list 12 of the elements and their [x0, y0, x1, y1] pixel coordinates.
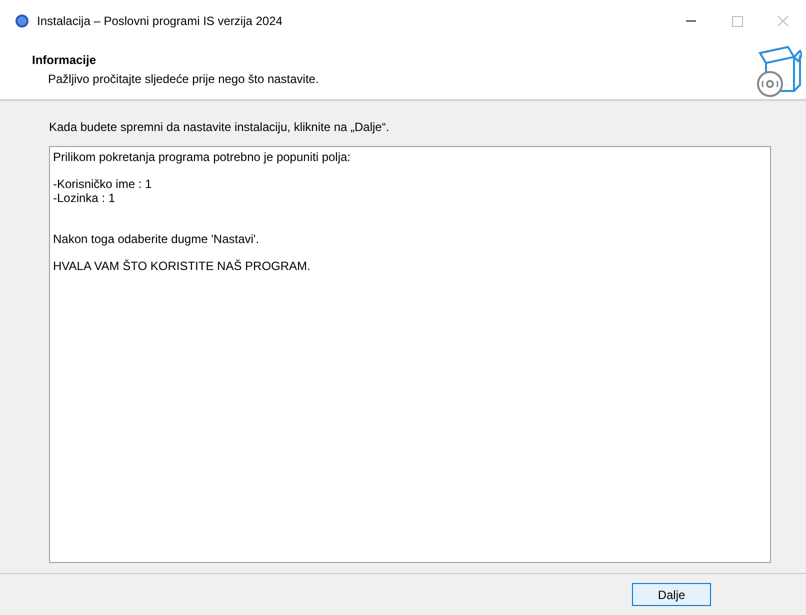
- info-text-line: -Korisničko ime : 1: [53, 177, 153, 191]
- info-text-line: Nakon toga odaberite dugme 'Nastavi'.: [53, 232, 260, 246]
- info-text-line: Prilikom pokretanja programa potrebno je popuniti polja:: [53, 150, 352, 164]
- app-logo-icon: [15, 14, 29, 28]
- window-title: Instalacija – Poslovni programi IS verzija 2024: [37, 13, 282, 30]
- instruction-text: Kada budete spremni da nastavite instalaciju, kliknite na „Dalje“.: [49, 119, 390, 136]
- info-text-area[interactable]: Prilikom pokretanja programa potrebno je popuniti polja: -Korisničko ime : 1 -Lozinka : 1 Nakon toga odaberite dugme 'Nastavi'. HVALA VAM ŠTO KORISTITE NAŠ PROGRAM.: [49, 146, 771, 563]
- info-text-line: HVALA VAM ŠTO KORISTITE NAŠ PROGRAM.: [53, 259, 312, 273]
- header-subtitle: Pažljivo pročitajte sljedeće prije nego što nastavite.: [47, 71, 319, 88]
- info-text-line: -Lozinka : 1: [53, 191, 116, 205]
- header-title: Informacije: [32, 52, 98, 69]
- next-button[interactable]: Dalje: [632, 583, 711, 606]
